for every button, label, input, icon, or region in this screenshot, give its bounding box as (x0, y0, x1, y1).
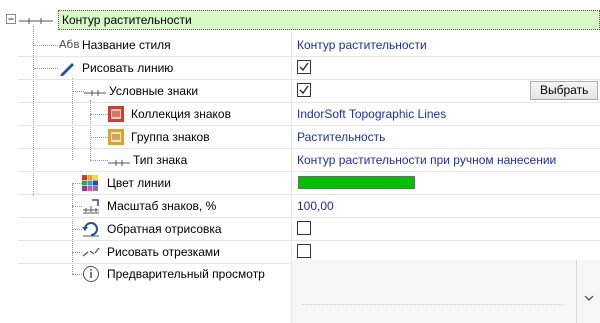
draw-line-checkbox[interactable] (297, 60, 311, 74)
group-row-root[interactable]: Контур растительности (0, 10, 600, 30)
prop-row-scale[interactable]: Масштаб знаков, % 100,00 (0, 195, 600, 217)
prop-label: Рисовать отрезками (107, 245, 220, 259)
sign-type-value[interactable]: Контур растительности при ручном нанесен… (297, 152, 556, 168)
segments-checkbox[interactable] (297, 244, 311, 258)
segments-icon (82, 245, 100, 262)
prop-row-reverse[interactable]: Обратная отрисовка (0, 218, 600, 240)
prop-label: Предварительный просмотр (107, 267, 265, 281)
info-icon (82, 265, 100, 286)
prop-row-symbols[interactable]: Условные знаки Выбрать (0, 80, 600, 102)
style-name-value[interactable]: Контур растительности (297, 37, 427, 53)
prop-label: Название стиля (82, 38, 171, 52)
symbols-checkbox[interactable] (297, 83, 311, 97)
prop-label: Цвет линии (107, 176, 171, 190)
group-value[interactable]: Растительность (297, 129, 385, 145)
scale-value[interactable]: 100,00 (297, 198, 334, 214)
line-symbol-icon (84, 86, 106, 100)
property-grid: Контур растительности Абв Название стиля… (0, 0, 600, 323)
prop-row-sign-type[interactable]: Тип знака Контур растительности при ручн… (0, 149, 600, 171)
preview-line (302, 304, 564, 305)
choose-button[interactable]: Выбрать (530, 81, 598, 100)
prop-label: Рисовать линию (82, 61, 174, 75)
collection-value[interactable]: IndorSoft Topographic Lines (297, 106, 446, 122)
prop-label: Коллекция знаков (131, 107, 231, 121)
line-symbol-icon (19, 15, 53, 29)
line-symbol-icon (108, 156, 130, 170)
chevron-down-icon[interactable] (584, 290, 594, 304)
prop-label: Обратная отрисовка (107, 222, 222, 236)
prop-row-draw-line[interactable]: Рисовать линию (0, 57, 600, 79)
collapse-icon[interactable] (6, 14, 17, 28)
prop-label: Группа знаков (131, 130, 210, 144)
group-highlight: Контур растительности (58, 10, 600, 30)
scale-icon (82, 198, 100, 217)
pen-icon (58, 60, 76, 79)
line-color-swatch[interactable] (298, 176, 415, 189)
group-icon (108, 129, 124, 148)
group-title: Контур растительности (62, 13, 192, 27)
color-grid-icon (82, 175, 98, 194)
prop-row-line-color[interactable]: Цвет линии (0, 172, 600, 194)
prop-row-style-name[interactable]: Абв Название стиля Контур растительности (0, 34, 600, 56)
prop-row-group[interactable]: Группа знаков Растительность (0, 126, 600, 148)
prop-label: Масштаб знаков, % (107, 199, 217, 213)
preview-box[interactable] (292, 260, 600, 323)
collection-icon (108, 106, 124, 125)
reverse-checkbox[interactable] (297, 221, 311, 235)
prop-label: Условные знаки (109, 84, 199, 98)
prop-row-collection[interactable]: Коллекция знаков IndorSoft Topographic L… (0, 103, 600, 125)
reverse-icon (82, 221, 100, 240)
prop-label: Тип знака (133, 153, 188, 167)
text-abv-icon: Абв (59, 38, 80, 51)
